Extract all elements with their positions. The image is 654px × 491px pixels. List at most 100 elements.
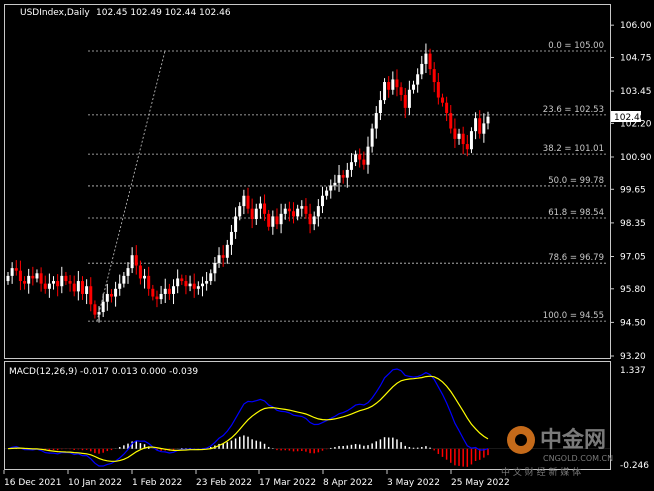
date-tick-label: 10 Jan 2022 <box>68 478 122 488</box>
candle <box>147 266 151 296</box>
chart-header-ohlc: 102.45 102.49 102.44 102.46 <box>96 8 231 18</box>
candle <box>407 80 411 115</box>
candle <box>217 247 221 268</box>
candle <box>258 196 262 219</box>
candle <box>225 239 229 264</box>
price-tick-label: 98.35 <box>620 219 646 229</box>
date-tick-label: 8 Apr 2022 <box>323 478 373 488</box>
candle <box>449 105 453 134</box>
price-tick-label: 104.75 <box>620 53 652 63</box>
fib-level-label: 38.2 = 101.01 <box>543 144 604 154</box>
candle <box>416 68 420 93</box>
candle <box>200 276 204 297</box>
candle <box>242 189 246 215</box>
svg-text:102.46: 102.46 <box>614 113 646 123</box>
candle <box>209 269 213 285</box>
candle <box>457 128 461 145</box>
trendline[interactable] <box>96 50 166 322</box>
candle <box>192 273 196 298</box>
price-tick-label: 94.50 <box>620 318 646 328</box>
candle <box>47 273 51 298</box>
candle <box>155 290 159 308</box>
date-axis: 16 Dec 2021 10 Jan 2022 1 Feb 2022 23 Feb 2… <box>3 470 510 488</box>
macd-header-name: MACD(12,26,9) <box>9 367 77 377</box>
macd-tick-label: -0.246 <box>620 461 649 471</box>
date-tick-label: 1 Feb 2022 <box>132 478 182 488</box>
candle <box>333 174 337 191</box>
candle <box>134 245 138 275</box>
candle <box>279 203 283 234</box>
candle <box>287 201 291 222</box>
candle <box>246 187 250 214</box>
candle <box>354 150 358 167</box>
candle <box>263 194 267 221</box>
candle <box>304 198 308 219</box>
candle <box>101 293 105 317</box>
candle <box>428 48 432 76</box>
candle <box>420 55 424 80</box>
candle <box>267 209 271 231</box>
candle <box>188 275 192 292</box>
candle <box>205 272 209 291</box>
candle <box>10 262 14 284</box>
candle <box>176 269 180 294</box>
candle <box>250 198 254 229</box>
candle <box>151 284 155 301</box>
candle <box>64 272 68 285</box>
macd-header-values: -0.017 0.013 0.000 -0.039 <box>80 367 198 377</box>
candle <box>18 260 22 291</box>
price-chart[interactable]: 0.0 = 105.00 23.6 = 102.53 38.2 = 101.01 50… <box>0 0 654 491</box>
candle <box>329 179 333 199</box>
fib-level-label: 78.6 = 96.79 <box>548 253 604 263</box>
candle <box>180 274 184 285</box>
price-tick-label: 97.05 <box>620 252 646 262</box>
candle <box>391 71 395 95</box>
candle <box>374 106 378 139</box>
candle <box>126 262 130 284</box>
fib-level-label: 50.0 = 99.78 <box>548 176 604 186</box>
date-tick-label: 23 Feb 2022 <box>196 478 252 488</box>
candle <box>114 281 118 307</box>
candle <box>275 208 279 230</box>
candle <box>52 276 56 290</box>
candle <box>85 279 89 305</box>
candle <box>234 207 238 239</box>
candle <box>271 210 275 235</box>
candle <box>432 62 436 93</box>
candle <box>403 87 407 118</box>
price-tick-label: 95.80 <box>620 285 646 295</box>
fib-level-label: 0.0 = 105.00 <box>548 41 604 51</box>
candle <box>283 203 287 220</box>
candle <box>213 257 217 282</box>
watermark: 中金网 CNGOLD.COM.CN 中 文 财 经 新 媒 体 <box>501 426 613 478</box>
candle <box>453 118 457 148</box>
candle <box>436 72 440 105</box>
price-tick-label: 103.45 <box>620 87 652 97</box>
candle <box>118 274 122 296</box>
candle <box>122 272 126 288</box>
date-tick-label: 17 Mar 2022 <box>259 478 316 488</box>
candle <box>72 275 76 297</box>
date-tick-label: 16 Dec 2021 <box>4 478 62 488</box>
price-tick-label: 99.65 <box>620 185 646 195</box>
candle <box>370 123 374 153</box>
candle <box>163 278 167 304</box>
watermark-site: CNGOLD.COM.CN <box>543 454 613 463</box>
candle <box>39 267 43 292</box>
watermark-brand: 中金网 <box>540 427 606 453</box>
candle <box>445 96 449 122</box>
candle <box>469 127 473 154</box>
candle <box>399 82 403 101</box>
candle <box>341 170 345 184</box>
candle <box>60 266 64 294</box>
date-tick-label: 3 May 2022 <box>387 478 440 488</box>
candle <box>31 266 35 286</box>
candle <box>130 247 134 274</box>
date-tick-label: 25 May 2022 <box>451 478 510 488</box>
price-axis: 106.00104.75103.45102.20100.9099.6598.35… <box>610 21 652 362</box>
candle <box>138 260 142 285</box>
candle <box>109 289 113 303</box>
candle <box>14 260 18 276</box>
candle <box>474 112 478 140</box>
candle <box>89 277 93 312</box>
